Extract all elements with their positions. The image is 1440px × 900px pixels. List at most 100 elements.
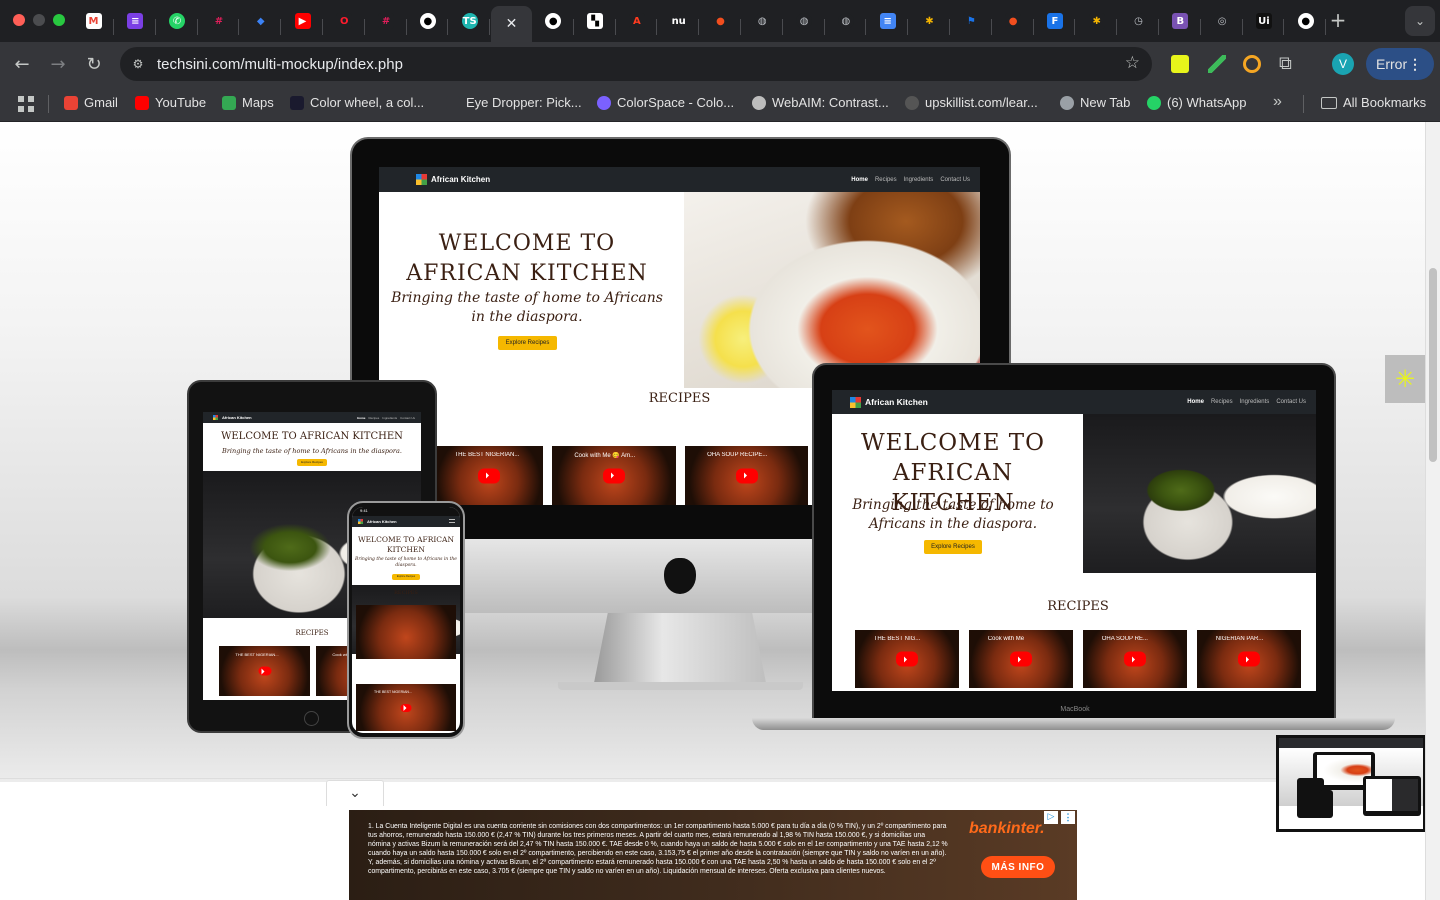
new-tab-button[interactable]: +: [1326, 8, 1350, 32]
extensions-puzzle-icon[interactable]: ⧉: [1279, 53, 1292, 74]
more-vert-icon: ⋮: [1408, 56, 1422, 72]
bookmark-gear[interactable]: WebAIM: Contrast...: [752, 95, 889, 110]
browser-tab-whatsapp[interactable]: ✆: [157, 6, 198, 36]
browser-tab-colorzilla[interactable]: ✱: [1076, 6, 1118, 36]
macbook-label: MacBook: [1060, 706, 1090, 713]
url-text: techsini.com/multi-mockup/index.php: [157, 56, 403, 73]
video-thumbnail[interactable]: NIGERIAN PAR...: [1197, 630, 1301, 688]
browser-tab-github[interactable]: ●: [1285, 6, 1327, 36]
back-button[interactable]: ←: [7, 49, 37, 79]
colorzilla-widget[interactable]: ✳: [1385, 355, 1425, 403]
browser-tab-figma-diamond[interactable]: ◆: [240, 6, 282, 36]
play-icon: [258, 666, 271, 676]
ad-menu-icon[interactable]: ⋮: [1061, 811, 1075, 824]
bookmark-globe[interactable]: New Tab: [1060, 95, 1130, 110]
globe-icon: [1060, 95, 1074, 110]
browser-tab-bootstrap[interactable]: B: [1160, 6, 1201, 36]
page-scrollbar[interactable]: [1425, 122, 1440, 900]
macbook-recipes-heading: RECIPES: [1047, 599, 1109, 614]
video-thumbnail[interactable]: THE BEST NIG...: [855, 630, 959, 688]
scrollbar-thumb[interactable]: [1429, 268, 1437, 462]
all-bookmarks-folder[interactable]: All Bookmarks: [1321, 95, 1426, 110]
extension-eyedropper-icon[interactable]: [1208, 55, 1226, 73]
site-nav-links: Home Recipes Ingredients Contact Us: [851, 176, 970, 183]
star-icon[interactable]: ☆: [1125, 53, 1140, 73]
ad-more-info-button[interactable]: MÁS INFO: [981, 856, 1055, 878]
video-thumbnail[interactable]: Cook with Me: [969, 630, 1073, 688]
close-window-button[interactable]: [13, 14, 25, 26]
video-thumbnail[interactable]: THE BEST NIGERIAN...: [219, 646, 310, 696]
browser-tab-active[interactable]: ✕: [491, 6, 532, 42]
browser-tab-slack[interactable]: #: [366, 6, 407, 36]
video-thumbnail[interactable]: THE BEST NIGERIAN...: [356, 684, 456, 731]
extension-g-icon[interactable]: [1243, 55, 1261, 73]
browser-tab-adobe[interactable]: A: [616, 6, 658, 36]
bookmarks-overflow-button[interactable]: »: [1273, 93, 1282, 111]
browser-tab-nu[interactable]: nu: [658, 6, 700, 36]
tab-search-button[interactable]: ⌄: [1405, 6, 1435, 36]
bookmark-whatsapp[interactable]: (6) WhatsApp: [1147, 95, 1246, 110]
bookmark-maps[interactable]: Maps: [222, 95, 274, 110]
browser-tab-figma[interactable]: ●: [993, 6, 1034, 36]
minimize-window-button[interactable]: [33, 14, 45, 26]
browser-tab-notion[interactable]: ≡: [115, 6, 156, 36]
preview-thumbnail[interactable]: [1276, 735, 1425, 832]
browser-tab-youtube[interactable]: ▶: [282, 6, 323, 36]
bookmark-colorwheel[interactable]: Color wheel, a col...: [290, 95, 424, 110]
explore-recipes-button[interactable]: Explore Recipes: [498, 336, 557, 350]
adchoices-icon[interactable]: ▷: [1044, 811, 1058, 824]
bookmark-loading[interactable]: upskillist.com/lear...: [905, 95, 1038, 110]
browser-tab-github[interactable]: ●: [533, 6, 574, 36]
close-icon[interactable]: ✕: [506, 16, 518, 32]
ad-brand-logo: bankinter.: [969, 820, 1045, 837]
explore-recipes-button[interactable]: Explore Recipes: [392, 574, 420, 580]
video-thumbnail[interactable]: [356, 605, 456, 659]
browser-tab-ui[interactable]: Ui: [1243, 6, 1285, 36]
browser-tab-ts[interactable]: TS: [449, 6, 491, 36]
loading-icon: [905, 95, 919, 110]
hamburger-menu-icon[interactable]: [449, 519, 455, 523]
bookmark-colorspace[interactable]: ColorSpace - Colo...: [597, 95, 734, 110]
browser-tab-gmail[interactable]: M: [73, 6, 114, 36]
address-bar[interactable]: ⚙ techsini.com/multi-mockup/index.php ☆: [120, 47, 1152, 81]
bookmark-eyedropper[interactable]: Eye Dropper: Pick...: [446, 95, 582, 110]
browser-tab-docs[interactable]: ≡: [867, 6, 909, 36]
browser-tab-colorzilla[interactable]: ✱: [909, 6, 950, 36]
apps-grid-icon[interactable]: [18, 96, 34, 112]
video-thumbnail[interactable]: OHA SOUP RECIPE...: [685, 446, 808, 505]
video-thumbnail[interactable]: Cook with Me 😋 Am...: [552, 446, 676, 505]
browser-tab-globe[interactable]: ◍: [784, 6, 825, 36]
browser-tab-flux[interactable]: F: [1034, 6, 1076, 36]
browser-tab-chrome[interactable]: ◎: [1202, 6, 1243, 36]
forward-button[interactable]: →: [43, 49, 73, 79]
maximize-window-button[interactable]: [53, 14, 65, 26]
explore-recipes-button[interactable]: Explore Recipes: [297, 459, 327, 466]
ui-icon: Ui: [1255, 13, 1272, 29]
bookmark-youtube[interactable]: YouTube: [135, 95, 206, 110]
video-thumbnail[interactable]: THE BEST NIGERIAN...: [435, 446, 543, 505]
extension-colorzilla-icon[interactable]: [1171, 55, 1189, 73]
browser-tab-ts-bw[interactable]: ▚: [575, 6, 616, 36]
reload-button[interactable]: ↻: [79, 49, 109, 79]
collapse-ad-button[interactable]: ⌄: [326, 780, 384, 806]
opera-icon: O: [336, 13, 353, 29]
error-button[interactable]: Error ⋮: [1366, 48, 1434, 80]
explore-recipes-button[interactable]: Explore Recipes: [924, 540, 982, 554]
browser-tab-figma[interactable]: ●: [700, 6, 741, 36]
ad-banner[interactable]: 1. La Cuenta Inteligente Digital es una …: [349, 810, 1077, 900]
profile-avatar[interactable]: V: [1332, 53, 1354, 75]
browser-tab-github[interactable]: ●: [407, 6, 449, 36]
browser-tab-globe[interactable]: ◍: [825, 6, 867, 36]
colorwheel-icon: [290, 95, 304, 110]
gear-icon: [752, 95, 766, 110]
browser-tab-flag[interactable]: ⚑: [951, 6, 992, 36]
bookmark-gmail[interactable]: Gmail: [64, 95, 118, 110]
browser-tab-opera[interactable]: O: [324, 6, 365, 36]
video-thumbnail[interactable]: OHA SOUP RE...: [1083, 630, 1187, 688]
site-info-icon[interactable]: ⚙: [128, 54, 148, 74]
site-logo-icon: [416, 174, 427, 185]
browser-tab-globe[interactable]: ◍: [742, 6, 783, 36]
chevron-down-icon: ⌄: [1414, 14, 1426, 28]
browser-tab-slack[interactable]: #: [198, 6, 240, 36]
browser-tab-history[interactable]: ◷: [1118, 6, 1159, 36]
